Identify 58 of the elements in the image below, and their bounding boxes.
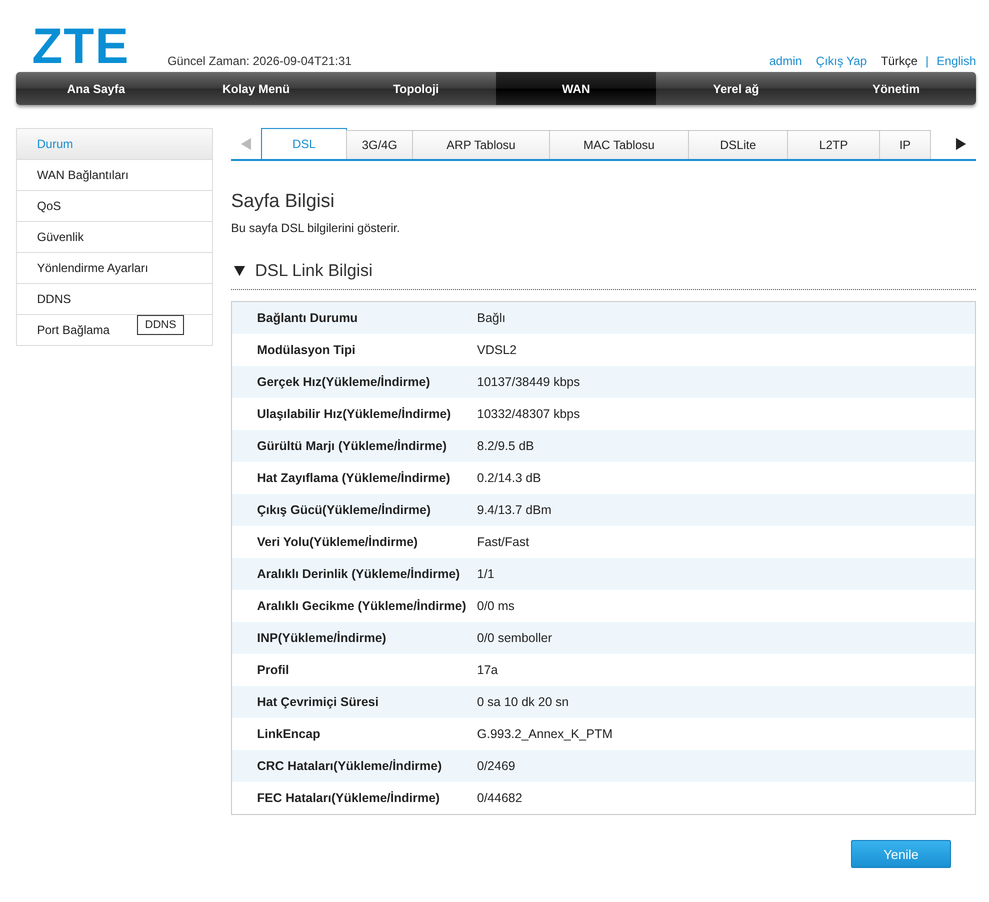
row-value: 17a xyxy=(477,663,498,677)
row-value: Bağlı xyxy=(477,311,506,325)
scroll-right-icon[interactable] xyxy=(956,138,966,150)
row-value: 0/44682 xyxy=(477,791,522,805)
row-label: FEC Hataları(Yükleme/İndirme) xyxy=(256,791,441,805)
row-value: 10332/48307 kbps xyxy=(477,407,580,421)
nav-tab[interactable]: Topoloji xyxy=(336,72,496,105)
row-label: Bağlantı Durumu xyxy=(256,311,359,325)
nav-tab[interactable]: Yönetim xyxy=(816,72,976,105)
row-label: Çıkış Gücü(Yükleme/İndirme) xyxy=(256,503,432,517)
tab[interactable]: DSLite xyxy=(688,130,788,159)
page-description: Bu sayfa DSL bilgilerini gösterir. xyxy=(231,221,401,235)
separator: | xyxy=(926,54,929,68)
row-value: 10137/38449 kbps xyxy=(477,375,580,389)
tab[interactable]: ARP Tablosu xyxy=(412,130,550,159)
zte-logo: ZTE xyxy=(32,24,130,68)
row-label: CRC Hataları(Yükleme/İndirme) xyxy=(256,759,443,773)
language-link[interactable]: Türkçe xyxy=(880,54,918,68)
row-value: VDSL2 xyxy=(477,343,517,357)
header-link[interactable]: Çıkış Yap xyxy=(816,54,867,68)
row-label: Gerçek Hız(Yükleme/İndirme) xyxy=(256,375,431,389)
tab[interactable]: MAC Tablosu xyxy=(549,130,689,159)
nav-tab[interactable]: Ana Sayfa xyxy=(16,72,176,105)
collapse-triangle-icon[interactable] xyxy=(234,266,245,276)
row-value: 1/1 xyxy=(477,567,494,581)
tab[interactable]: L2TP xyxy=(787,130,880,159)
tooltip: DDNS xyxy=(137,315,184,335)
page-title: Sayfa Bilgisi xyxy=(231,191,336,213)
row-label: Hat Çevrimiçi Süresi xyxy=(256,695,380,709)
tab[interactable]: IP xyxy=(879,130,931,159)
row-label: Hat Zayıflama (Yükleme/İndirme) xyxy=(256,471,452,485)
row-value: G.993.2_Annex_K_PTM xyxy=(477,727,612,741)
nav-tab[interactable]: WAN xyxy=(496,72,656,105)
row-value: 0/2469 xyxy=(477,759,516,773)
row-value: 0 sa 10 dk 20 sn xyxy=(477,695,569,709)
row-label: Veri Yolu(Yükleme/İndirme) xyxy=(256,535,419,549)
header-link[interactable]: admin xyxy=(769,54,802,68)
tab[interactable]: 3G/4G xyxy=(346,130,413,159)
row-value: 0/0 semboller xyxy=(477,631,552,645)
row-value: 8.2/9.5 dB xyxy=(477,439,534,453)
current-time: Güncel Zaman: 2026-09-04T21:31 xyxy=(167,54,352,68)
row-label: INP(Yükleme/İndirme) xyxy=(256,631,388,645)
language-link[interactable]: English xyxy=(936,54,976,68)
row-value: Fast/Fast xyxy=(477,535,530,549)
row-label: Ulaşılabilir Hız(Yükleme/İndirme) xyxy=(256,407,452,421)
row-label: Gürültü Marjı (Yükleme/İndirme) xyxy=(256,439,448,453)
row-value: 0.2/14.3 dB xyxy=(477,471,541,485)
row-label: Aralıklı Gecikme (Yükleme/İndirme) xyxy=(256,599,468,613)
section-title: DSL Link Bilgisi xyxy=(255,261,372,281)
row-label: LinkEncap xyxy=(256,727,322,741)
row-value: 9.4/13.7 dBm xyxy=(477,503,552,517)
nav-tab[interactable]: Yerel ağ xyxy=(656,72,816,105)
row-label: Profil xyxy=(256,663,290,677)
row-label: Aralıklı Derinlik (Yükleme/İndirme) xyxy=(256,567,461,581)
row-value: 0/0 ms xyxy=(477,599,515,613)
row-label: Modülasyon Tipi xyxy=(256,343,356,357)
tab[interactable]: DSL xyxy=(261,128,347,159)
nav-tab[interactable]: Kolay Menü xyxy=(176,72,336,105)
